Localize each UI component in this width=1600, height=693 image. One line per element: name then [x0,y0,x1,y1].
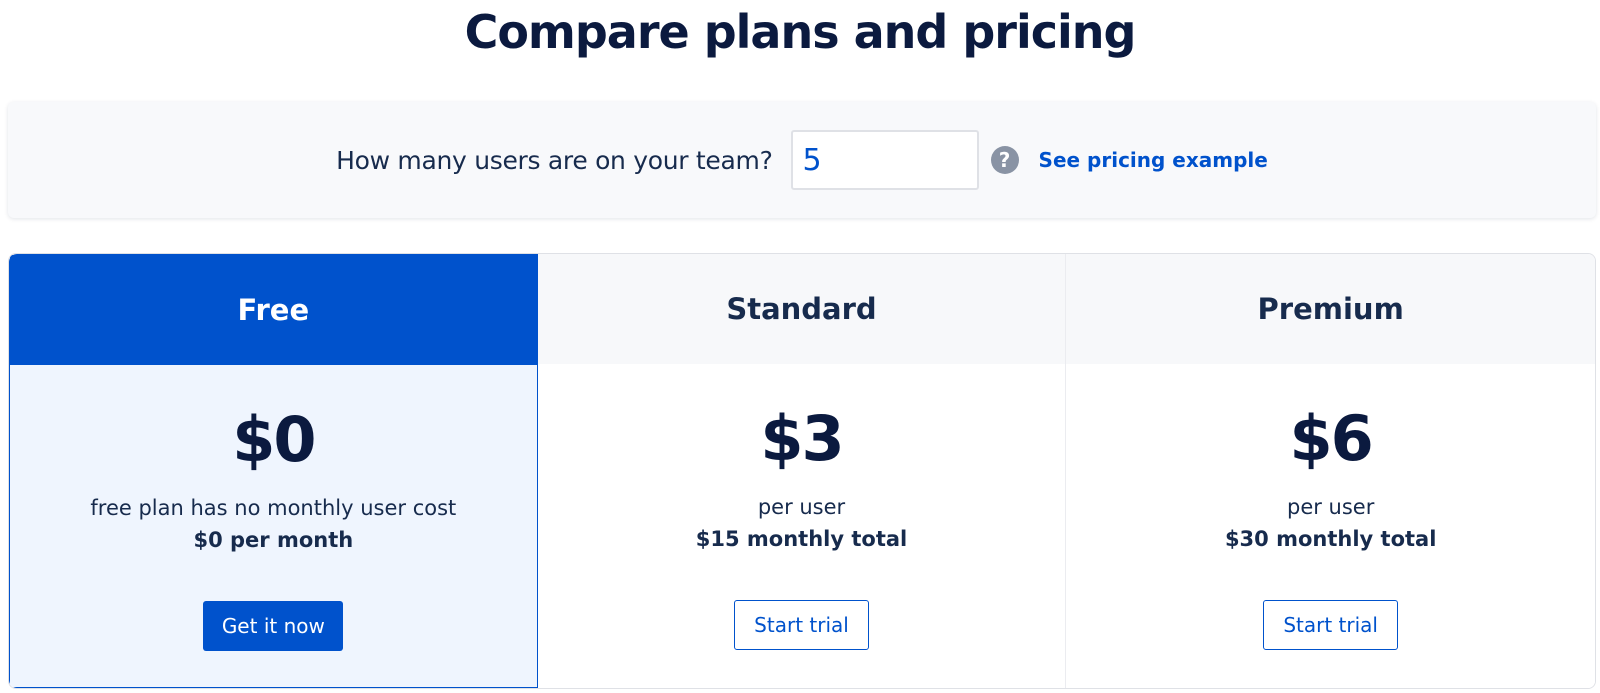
plan-standard: Standard $3 per user $15 monthly total S… [537,254,1067,688]
plan-price-total: $15 monthly total [695,527,908,551]
plan-price-note: per user [757,495,846,519]
plan-name: Standard [537,254,1066,364]
user-count-label: How many users are on your team? [336,145,773,175]
plan-body: $0 free plan has no monthly user cost $0… [10,365,537,687]
plan-price-note: per user [1286,495,1375,519]
plan-price-total: $30 monthly total [1224,527,1437,551]
start-trial-premium-button[interactable]: Start trial [1263,600,1399,650]
plan-price: $6 [1289,402,1374,475]
plan-price-note: free plan has no monthly user cost [90,496,457,520]
plan-premium: Premium $6 per user $30 monthly total St… [1066,254,1595,688]
plan-name: Free [10,255,537,365]
get-it-now-button[interactable]: Get it now [203,601,344,651]
plan-price: $3 [760,402,844,475]
plan-body: $3 per user $15 monthly total Start tria… [537,364,1066,688]
help-icon[interactable]: ? [990,146,1019,174]
plan-body: $6 per user $30 monthly total Start tria… [1066,364,1595,688]
plan-free: Free $0 free plan has no monthly user co… [9,254,538,688]
start-trial-standard-button[interactable]: Start trial [734,600,869,650]
see-pricing-example-link[interactable]: See pricing example [1039,148,1268,172]
page-title: Compare plans and pricing [464,5,1137,59]
plan-price-total: $0 per month [193,528,354,552]
user-count-input[interactable] [790,130,979,190]
plan-price: $0 [232,403,316,476]
user-count-bar: How many users are on your team? ? See p… [8,102,1596,218]
plan-name: Premium [1066,254,1595,364]
plans-table: Free $0 free plan has no monthly user co… [8,253,1596,689]
